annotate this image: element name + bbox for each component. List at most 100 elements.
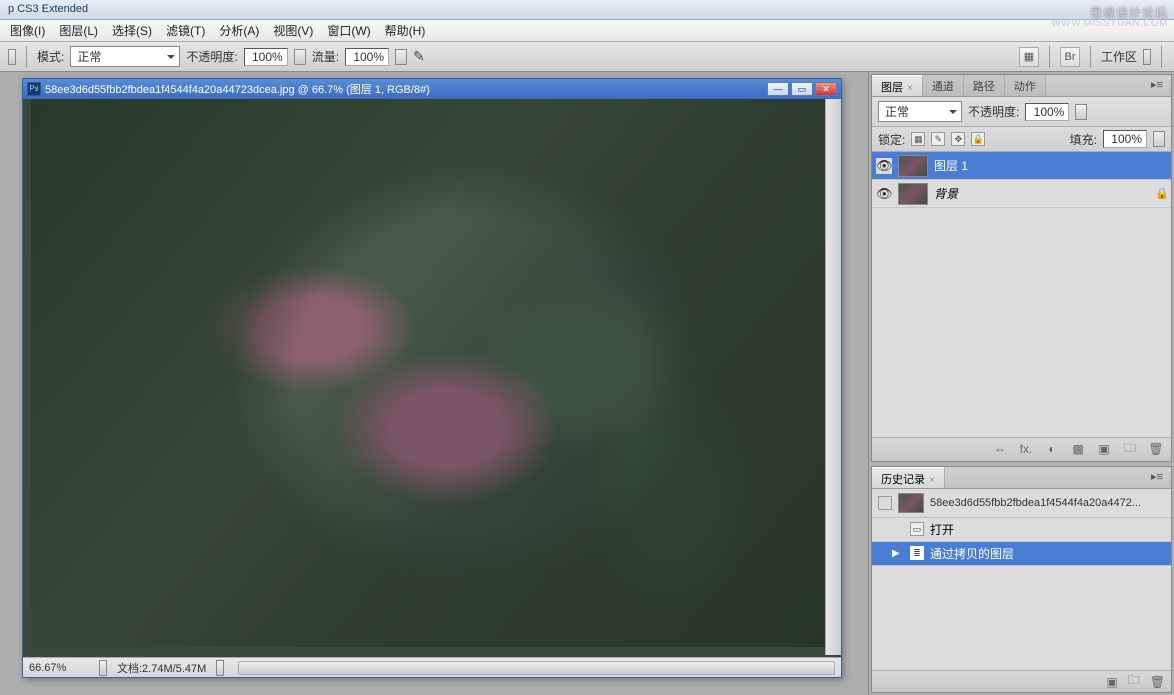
tab-actions[interactable]: 动作 (1005, 75, 1046, 96)
history-list: 58ee3d6d55fbb2fbdea1f4544f4a20a4472... ▭… (872, 489, 1171, 670)
document-statusbar: 66.67% 文档:2.74M/5.47M (23, 657, 841, 677)
new-document-from-state-icon[interactable]: ▣ (1106, 675, 1117, 689)
tab-history[interactable]: 历史记录× (872, 467, 945, 488)
right-panels: 图层× 通道 路径 动作 ▸≡ 正常 不透明度: 100% 锁定: ▦ ✎ ✥ … (868, 72, 1174, 695)
airbrush-icon[interactable] (413, 48, 435, 66)
history-step[interactable]: ▭ 打开 (872, 518, 1171, 542)
lock-all-icon[interactable]: 🔒 (971, 132, 985, 146)
mode-label: 模式: (37, 48, 64, 65)
fill-input[interactable]: 100% (1103, 130, 1147, 148)
flow-stepper[interactable] (395, 49, 407, 65)
fill-label: 填充: (1070, 131, 1097, 148)
fill-stepper[interactable] (1153, 131, 1165, 147)
panel-menu-icon[interactable]: ▸≡ (1143, 467, 1171, 488)
new-snapshot-icon[interactable]: 🗀 (1128, 671, 1140, 692)
tool-preset-arrow[interactable] (8, 49, 16, 65)
panel-menu-icon[interactable]: ▸≡ (1143, 75, 1171, 96)
document-titlebar[interactable]: Ps 58ee3d6d55fbb2fbdea1f4544f4a20a44723d… (23, 79, 841, 99)
history-step-label: 通过拷贝的图层 (930, 545, 1014, 562)
document-title: 58ee3d6d55fbb2fbdea1f4544f4a20a44723dcea… (45, 81, 767, 97)
flow-input[interactable]: 100% (345, 48, 389, 66)
tab-channels[interactable]: 通道 (923, 75, 964, 96)
canvas-area: Ps 58ee3d6d55fbb2fbdea1f4544f4a20a44723d… (0, 72, 868, 695)
vertical-scrollbar[interactable] (825, 99, 841, 655)
history-panel: 历史记录× ▸≡ 58ee3d6d55fbb2fbdea1f4544f4a20a… (871, 466, 1172, 693)
workspace: Ps 58ee3d6d55fbb2fbdea1f4544f4a20a44723d… (0, 72, 1174, 695)
layer-thumbnail[interactable] (898, 155, 928, 177)
lock-position-icon[interactable]: ✥ (951, 132, 965, 146)
document-canvas[interactable] (23, 99, 841, 657)
layers-panel: 图层× 通道 路径 动作 ▸≡ 正常 不透明度: 100% 锁定: ▦ ✎ ✥ … (871, 74, 1172, 462)
menu-analysis[interactable]: 分析(A) (219, 22, 259, 39)
layer-row[interactable]: 👁 图层 1 (872, 152, 1171, 180)
lock-transparency-icon[interactable]: ▦ (911, 132, 925, 146)
visibility-icon[interactable]: 👁 (876, 186, 892, 202)
maximize-button[interactable]: ▭ (791, 82, 813, 96)
window-buttons: — ▭ ✕ (767, 82, 837, 96)
blend-mode-dropdown[interactable]: 正常 (70, 46, 180, 67)
layers-tab-row: 图层× 通道 路径 动作 ▸≡ (872, 75, 1171, 97)
close-tab-icon[interactable]: × (907, 83, 913, 94)
delete-layer-icon[interactable]: 🗑 (1147, 442, 1165, 456)
separator (26, 46, 27, 68)
menu-image[interactable]: 图像(I) (10, 22, 45, 39)
layer-name[interactable]: 图层 1 (934, 157, 1167, 174)
layer-blend-dropdown[interactable]: 正常 (878, 101, 962, 122)
toggle-palettes-icon[interactable]: ▦ (1019, 47, 1039, 67)
menu-select[interactable]: 选择(S) (112, 22, 152, 39)
options-bar: 模式: 正常 不透明度: 100% 流量: 100% ▦ Br 工作区 (0, 42, 1174, 72)
menu-layer[interactable]: 图层(L) (59, 22, 98, 39)
history-snapshot[interactable]: 58ee3d6d55fbb2fbdea1f4544f4a20a4472... (872, 489, 1171, 518)
app-title: p CS3 Extended (8, 3, 88, 15)
link-layers-icon[interactable]: ⇔ (991, 442, 1009, 456)
workspace-arrow[interactable] (1143, 49, 1151, 65)
menu-filter[interactable]: 滤镜(T) (166, 22, 205, 39)
info-stepper[interactable] (216, 660, 224, 676)
layer-style-icon[interactable]: fx. (1017, 442, 1035, 456)
doc-info[interactable]: 文档:2.74M/5.47M (117, 660, 206, 676)
layer-opacity-input[interactable]: 100% (1025, 103, 1069, 121)
menubar: 图像(I) 图层(L) 选择(S) 滤镜(T) 分析(A) 视图(V) 窗口(W… (0, 20, 1174, 42)
opacity-stepper[interactable] (294, 49, 306, 65)
layer-group-icon[interactable]: ▣ (1095, 442, 1113, 456)
separator (1161, 46, 1162, 68)
zoom-level[interactable]: 66.67% (29, 662, 89, 674)
layer-row[interactable]: 👁 背景 🔒 (872, 180, 1171, 208)
lock-indicator-icon: 🔒 (1155, 187, 1167, 200)
lock-pixels-icon[interactable]: ✎ (931, 132, 945, 146)
snapshot-thumbnail (898, 493, 924, 513)
delete-state-icon[interactable]: 🗑 (1150, 675, 1165, 689)
opacity-input[interactable]: 100% (244, 48, 288, 66)
close-tab-icon[interactable]: × (929, 475, 935, 486)
layer-opacity-stepper[interactable] (1075, 104, 1087, 120)
history-step[interactable]: ▶ ≣ 通过拷贝的图层 (872, 542, 1171, 566)
lock-label: 锁定: (878, 131, 905, 148)
layer-thumbnail[interactable] (898, 183, 928, 205)
horizontal-scrollbar[interactable] (238, 661, 835, 675)
minimize-button[interactable]: — (767, 82, 789, 96)
history-current-marker: ▶ (892, 548, 904, 559)
new-layer-icon[interactable]: 🗀 (1121, 439, 1139, 460)
open-step-icon: ▭ (910, 522, 924, 536)
layer-opacity-label: 不透明度: (968, 103, 1019, 120)
snapshot-checkbox[interactable] (878, 496, 892, 510)
menu-help[interactable]: 帮助(H) (385, 22, 426, 39)
bridge-icon[interactable]: Br (1060, 47, 1080, 67)
tab-layers[interactable]: 图层× (872, 75, 923, 96)
adjustment-layer-icon[interactable]: ▩ (1069, 442, 1087, 456)
close-button[interactable]: ✕ (815, 82, 837, 96)
layers-footer: ⇔ fx. ◐ ▩ ▣ 🗀 🗑 (872, 437, 1171, 461)
zoom-stepper[interactable] (99, 660, 107, 676)
workspace-label[interactable]: 工作区 (1101, 48, 1137, 65)
flow-label: 流量: (312, 48, 339, 65)
tab-paths[interactable]: 路径 (964, 75, 1005, 96)
menu-window[interactable]: 窗口(W) (327, 22, 370, 39)
history-step-label: 打开 (930, 521, 954, 538)
layer-name[interactable]: 背景 (934, 185, 1149, 202)
layer-lock-row: 锁定: ▦ ✎ ✥ 🔒 填充: 100% (872, 127, 1171, 152)
visibility-icon[interactable]: 👁 (876, 158, 892, 174)
menu-view[interactable]: 视图(V) (273, 22, 313, 39)
snapshot-name: 58ee3d6d55fbb2fbdea1f4544f4a20a4472... (930, 497, 1141, 509)
photo-image (31, 99, 831, 647)
layer-mask-icon[interactable]: ◐ (1043, 442, 1061, 456)
